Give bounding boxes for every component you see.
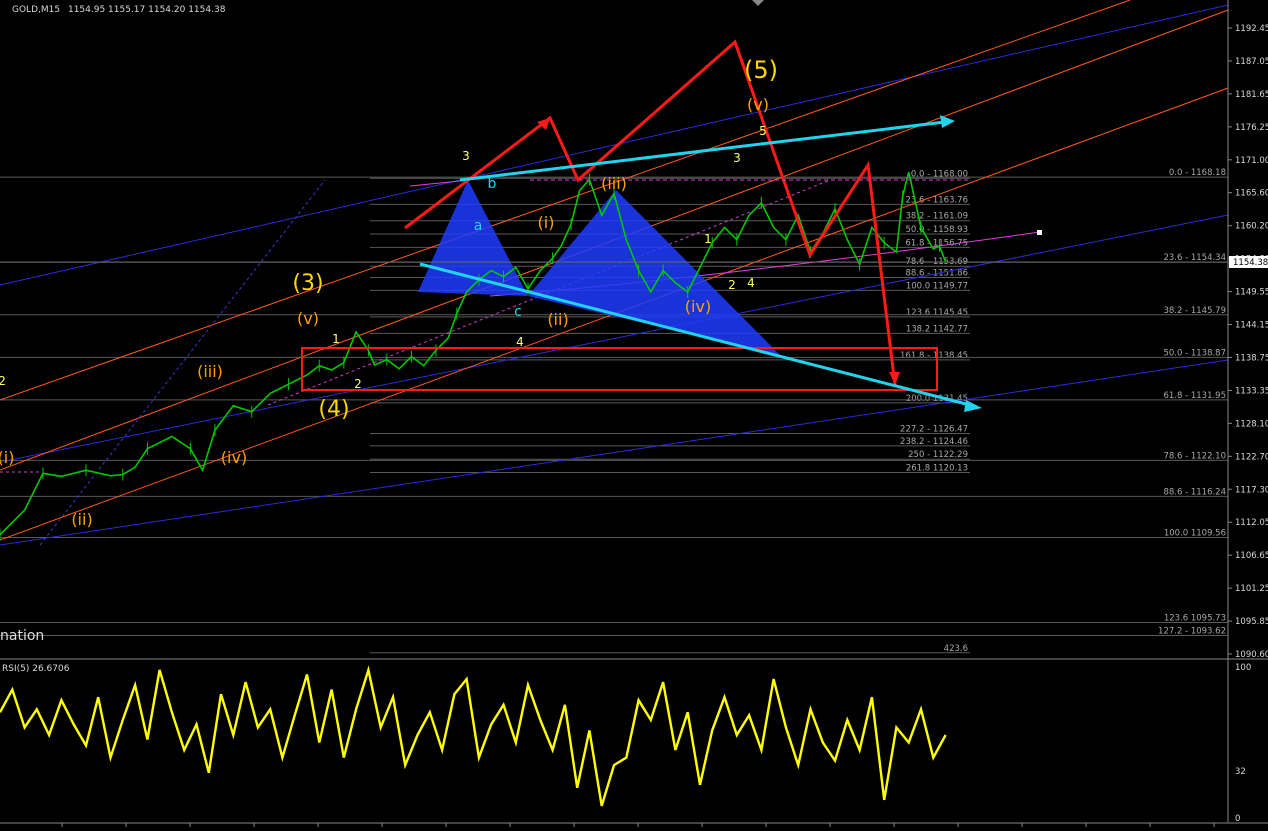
y-tick-label: 1149.55 [1235,288,1268,298]
wave-label: (iii) [197,362,223,381]
y-tick-label: 1192.45 [1235,24,1268,34]
wave-label: (3) [292,271,323,296]
fib-label: 423.6 [944,644,968,654]
wave-label: (4) [318,397,349,422]
cyan-arrowhead [964,400,982,412]
rsi-panel: 100 32 0 [0,663,1251,824]
chart-window: 0.0 - 1168.00 23.6 - 1163.76 38.2 - 1161.0… [0,0,1268,827]
fib-label: 138.2 1142.77 [906,324,968,334]
fib-label: 38.2 - 1161.09 [905,212,968,222]
ohlc-values: 1154.95 1155.17 1154.20 1154.38 [67,5,226,15]
y-tick-label: 1165.60 [1235,189,1268,199]
fib-label: 261.8 1120.13 [906,463,968,473]
channel-line-blue [0,359,1229,546]
fib-label-wide: 78.6 - 1122.10 [1163,451,1226,461]
y-tick-label: 1176.25 [1235,123,1268,133]
shift-marker-icon [752,0,764,6]
wave-label: 5 [759,124,767,138]
cyan-arrowhead [940,115,955,128]
fib-label-wide: 61.8 - 1131.95 [1163,391,1226,401]
y-tick-label: 1138.75 [1235,353,1268,363]
wave-label: (ii) [71,510,92,529]
magenta-anchor [1037,230,1042,235]
y-tick-label: 1090.60 [1235,650,1268,660]
dashed-channel [39,179,326,546]
wave-label: c [514,304,522,320]
target-zone-box [301,347,938,391]
chart-header: GOLD,M15 1154.95 1155.17 1154.20 1154.38 [12,5,225,15]
projection-arrowhead [889,372,900,385]
rsi-line [0,665,947,807]
fib-label: 123.6 1145.45 [906,308,968,318]
fib-label: 227.2 - 1126.47 [900,425,968,435]
wave-label: (v) [747,95,769,114]
wave-label: (v) [297,309,319,328]
wave-label: (i) [0,448,14,467]
y-tick-label: 1144.15 [1235,321,1268,331]
fib-label-wide: 88.6 - 1116.24 [1163,487,1226,497]
rsi-tick-label: 100 [1235,663,1251,673]
price-chart: 0.0 - 1168.0023.6 - 1163.7638.2 - 1161.0… [0,0,1268,827]
rsi-label: RSI(5) 26.6706 [2,664,70,674]
symbol-label: GOLD,M15 [12,5,61,15]
wave-label: (iv) [221,448,247,467]
wave-label: 1 [704,232,712,246]
wave-label: 4 [747,276,755,290]
wave-label: 4 [516,335,524,349]
y-tick-label: 1187.05 [1235,57,1268,67]
fib-label: 100.0 1149.77 [906,281,968,291]
wave-label: (iv) [685,297,711,316]
fib-label-wide: 100.0 1109.56 [1164,528,1226,538]
fib-label: 250 - 1122.29 [908,450,968,460]
price-axis: 1192.45 1187.05 1181.65 1176.25 1171.00 1165.… [0,0,1268,827]
wave-label: 3 [733,151,741,165]
fib-label-wide: 127.2 - 1093.62 [1158,626,1226,636]
wave-label: 1 [332,332,340,346]
y-tick-label: 1117.30 [1235,485,1268,495]
y-tick-label: 1101.25 [1235,584,1268,594]
wave-label: 2 [354,377,362,391]
rsi-tick-label: 32 [1235,767,1246,777]
y-tick-label: 1171.00 [1235,156,1268,166]
y-tick-label: 1122.70 [1235,452,1268,462]
fib-label: 50.0 - 1158.93 [905,225,968,235]
wave-label: 2 [0,374,6,388]
fib-label-wide: 0.0 - 1168.18 [1169,168,1226,178]
left-cut-label: nation [0,628,45,644]
y-tick-label: 1133.35 [1235,386,1268,396]
y-tick-label: 1095.85 [1235,617,1268,627]
y-tick-label: 1181.65 [1235,90,1268,100]
fib-label: 161.8 - 1138.45 [900,351,968,361]
fib-label: 238.2 - 1124.46 [900,437,968,447]
wave-label: a [474,218,483,234]
wave-label: b [488,176,497,192]
fib-label: 0.0 - 1168.00 [911,169,968,179]
rsi-tick-label: 0 [1235,814,1240,824]
y-tick-label: 1160.20 [1235,222,1268,232]
wave-label: (iii) [601,174,627,193]
fib-label-wide: 38.2 - 1145.79 [1163,306,1226,316]
wave-label: (ii) [547,310,568,329]
y-tick-label: 1112.05 [1235,518,1268,528]
wave-label: 3 [462,149,470,163]
y-tick-label: 1128.10 [1235,419,1268,429]
current-price-label: 1154.38 [1233,258,1268,268]
fib-label-wide: 50.0 - 1138.87 [1163,348,1226,358]
fib-label-wide: 123.6 1095.73 [1164,613,1226,623]
wave-label: 2 [728,278,736,292]
wave-label: (5) [744,56,778,84]
wave-label: (i) [538,213,555,232]
y-tick-label: 1106.65 [1235,551,1268,561]
